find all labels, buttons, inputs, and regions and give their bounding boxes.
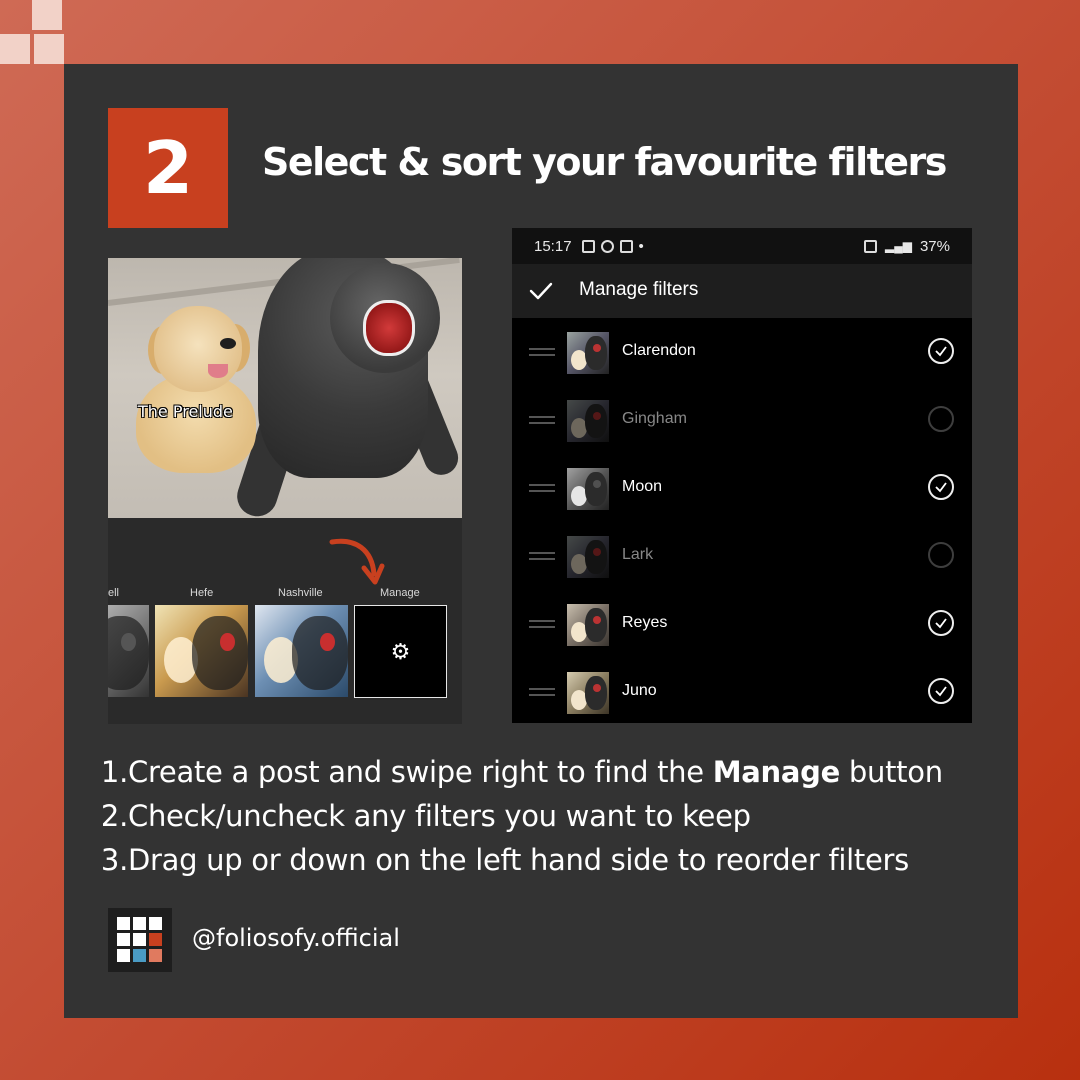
empty-circle-icon[interactable]: [928, 542, 954, 568]
step-number-badge: 2: [108, 108, 228, 228]
lock-icon: [864, 239, 877, 253]
filter-label: ell: [108, 587, 120, 599]
arrow-icon: [329, 538, 385, 585]
filter-name: Gingham: [622, 410, 687, 427]
corner-decoration: [34, 34, 64, 64]
gallery-icon: [581, 239, 595, 253]
filter-thumbnail: [567, 332, 609, 374]
notification-icon: [600, 239, 614, 253]
drag-handle-icon[interactable]: [529, 620, 555, 628]
filter-label: Hefe: [190, 587, 214, 599]
meme-caption: The Prelude: [138, 402, 233, 421]
filter-name: Clarendon: [622, 342, 696, 359]
filter-label: Nashville: [278, 587, 323, 599]
filter-picker-screenshot: The Prelude ell Hefe Nashville Manage ⚙: [108, 258, 462, 724]
checkmark-circle-icon[interactable]: [928, 474, 954, 500]
drag-handle-icon[interactable]: [529, 688, 555, 696]
checkmark-circle-icon[interactable]: [928, 678, 954, 704]
checkmark-circle-icon[interactable]: [928, 338, 954, 364]
empty-circle-icon[interactable]: [928, 406, 954, 432]
filter-row[interactable]: Gingham: [512, 386, 972, 454]
done-check-icon[interactable]: [526, 276, 556, 306]
manage-filters-screenshot: 15:17 • ▂▄▆ 37% Manage filters Clarendon: [512, 228, 972, 723]
filter-thumbnail[interactable]: [155, 605, 248, 697]
filter-name: Lark: [622, 546, 654, 563]
drag-handle-icon[interactable]: [529, 416, 555, 424]
instruction-item: 3.Drag up or down on the left hand side …: [100, 843, 909, 877]
app-bar: Manage filters: [512, 264, 972, 318]
signal-icon: ▂▄▆: [885, 239, 912, 253]
instruction-list: 1.Create a post and swipe right to find …: [100, 750, 943, 882]
filter-name: Reyes: [622, 614, 668, 631]
linkedin-icon: [619, 239, 633, 253]
filter-thumbnail: [567, 672, 609, 714]
filter-row[interactable]: Moon: [512, 454, 972, 522]
battery-level: 37%: [919, 237, 950, 255]
screen-title: Manage filters: [579, 279, 699, 300]
drag-handle-icon[interactable]: [529, 348, 555, 356]
post-photo: The Prelude: [108, 258, 462, 518]
more-dot-icon: •: [638, 237, 644, 255]
filter-thumbnail: [567, 536, 609, 578]
gear-icon: ⚙: [390, 638, 411, 664]
filter-thumbnail: [567, 604, 609, 646]
status-time: 15:17: [534, 237, 572, 255]
filter-thumbnail: [567, 468, 609, 510]
status-bar: 15:17 • ▂▄▆ 37%: [512, 228, 972, 264]
manage-filters-button[interactable]: ⚙: [354, 605, 447, 698]
content-card: 2 Select & sort your favourite filters T…: [64, 64, 1018, 1018]
checkmark-circle-icon[interactable]: [928, 610, 954, 636]
filter-row[interactable]: Juno: [512, 658, 972, 723]
filter-name: Moon: [622, 478, 663, 495]
filter-name: Juno: [622, 682, 657, 699]
page-title: Select & sort your favourite filters: [262, 140, 947, 184]
filter-thumbnail[interactable]: [255, 605, 348, 697]
foliosofy-logo: [108, 908, 172, 972]
filter-thumbnail[interactable]: [108, 605, 149, 697]
filter-label: Manage: [380, 587, 420, 599]
filter-row[interactable]: Lark: [512, 522, 972, 590]
instruction-item: 1.Create a post and swipe right to find …: [100, 755, 943, 789]
social-handle: @foliosofy.official: [192, 924, 400, 952]
filter-row[interactable]: Clarendon: [512, 318, 972, 386]
corner-decoration: [0, 34, 30, 64]
instruction-item: 2.Check/uncheck any filters you want to …: [100, 799, 751, 833]
filter-thumbnail: [567, 400, 609, 442]
corner-decoration: [32, 0, 62, 30]
drag-handle-icon[interactable]: [529, 552, 555, 560]
filter-row[interactable]: Reyes: [512, 590, 972, 658]
drag-handle-icon[interactable]: [529, 484, 555, 492]
